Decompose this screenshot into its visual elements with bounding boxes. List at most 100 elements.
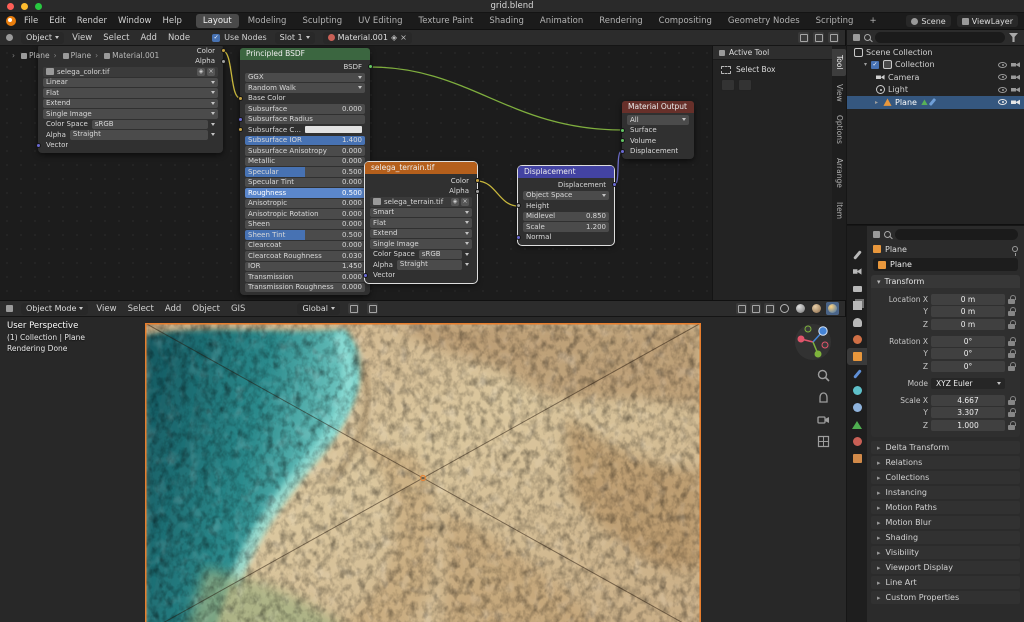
panel-section[interactable]: Collections xyxy=(871,471,1020,484)
input-socket[interactable] xyxy=(620,149,625,154)
viewport-canvas[interactable]: User Perspective(1) Collection | PlaneRe… xyxy=(0,317,846,622)
modifiers-tab-icon[interactable] xyxy=(847,365,867,382)
panel-section[interactable]: Viewport Display xyxy=(871,561,1020,574)
value-field[interactable]: 1.000 xyxy=(931,420,1005,431)
node-row[interactable]: Subsurface Anisotropy 0.000 xyxy=(245,146,365,156)
node-row[interactable]: Height xyxy=(523,201,609,211)
input-socket[interactable] xyxy=(620,138,625,143)
render-tab-icon[interactable] xyxy=(847,263,867,280)
node-row[interactable]: IOR 1.450 xyxy=(245,262,365,272)
shading-rendered-icon[interactable] xyxy=(826,302,839,315)
panel-section[interactable]: Motion Paths xyxy=(871,501,1020,514)
lock-icon[interactable] xyxy=(1008,396,1015,405)
object-data-tab-icon[interactable] xyxy=(847,416,867,433)
value-field[interactable]: 0 m xyxy=(931,306,1005,317)
node-row[interactable]: Vector xyxy=(370,271,472,281)
node-row[interactable]: Alpha xyxy=(370,187,472,197)
output-socket[interactable] xyxy=(368,64,373,69)
menu-item[interactable]: View xyxy=(72,33,92,43)
overlays-icon[interactable] xyxy=(750,303,761,314)
input-socket[interactable] xyxy=(36,143,41,148)
node-row[interactable]: Flat xyxy=(43,88,218,98)
node-canvas[interactable]: PlanePlaneMaterial.001 Color Alpha xyxy=(0,46,846,300)
value-field[interactable]: 3.307 xyxy=(931,407,1005,418)
view-layer-tab-icon[interactable] xyxy=(847,297,867,314)
outliner-row-scene-collection[interactable]: Scene Collection xyxy=(847,46,1024,59)
panel-section[interactable]: Shading xyxy=(871,531,1020,544)
hide-in-viewport-icon[interactable] xyxy=(998,74,1007,80)
world-tab-icon[interactable] xyxy=(847,331,867,348)
fake-user-icon[interactable] xyxy=(451,198,459,206)
lock-icon[interactable] xyxy=(1008,362,1015,371)
shading-material-icon[interactable] xyxy=(810,302,823,315)
scene-selector[interactable]: Scene xyxy=(906,15,950,27)
value-field[interactable]: XYZ Euler xyxy=(931,378,1005,389)
menu-item[interactable]: View xyxy=(96,304,116,314)
node-row[interactable]: Anisotropic Rotation 0.000 xyxy=(245,209,365,219)
workspace-tab[interactable]: Scripting xyxy=(809,14,861,28)
panel-section[interactable]: Motion Blur xyxy=(871,516,1020,529)
hide-in-viewport-icon[interactable] xyxy=(998,99,1007,105)
disable-in-render-icon[interactable] xyxy=(1011,99,1020,106)
menu-item[interactable]: GIS xyxy=(231,304,246,314)
material-output-node[interactable]: Material Output All Surface Volume xyxy=(622,101,694,159)
workspace-tab[interactable]: Shading xyxy=(482,14,531,28)
fake-user-icon[interactable] xyxy=(197,68,205,76)
object-tab-icon[interactable] xyxy=(847,348,867,365)
menu-item[interactable]: Select xyxy=(103,33,129,43)
sidebar-tab[interactable]: Options xyxy=(832,109,846,150)
input-socket[interactable] xyxy=(238,127,243,132)
node-row[interactable]: Color Space sRGB xyxy=(370,250,472,260)
disable-in-render-icon[interactable] xyxy=(1011,74,1020,81)
node-row[interactable]: Normal xyxy=(523,233,609,243)
node-row[interactable]: Midlevel 0.850 xyxy=(523,212,609,222)
lock-icon[interactable] xyxy=(1008,295,1015,304)
menu-item[interactable]: Edit xyxy=(49,16,65,26)
outliner-row-camera[interactable]: Camera xyxy=(847,71,1024,84)
scene-tab-icon[interactable] xyxy=(847,314,867,331)
node-row[interactable]: Metallic 0.000 xyxy=(245,157,365,167)
node-row[interactable]: Roughness 0.500 xyxy=(245,188,365,198)
output-socket[interactable] xyxy=(612,182,617,187)
node-row[interactable]: selega_color.tif xyxy=(43,67,218,77)
pin-icon[interactable] xyxy=(1012,246,1018,252)
workspace-tab[interactable]: Animation xyxy=(533,14,590,28)
node-row[interactable]: Extend xyxy=(43,99,218,109)
node-row[interactable]: Object Space xyxy=(523,191,609,201)
node-row[interactable]: GGX xyxy=(245,73,365,83)
physics-tab-icon[interactable] xyxy=(847,382,867,399)
shader-type-dropdown[interactable]: Object xyxy=(21,32,64,44)
panel-section[interactable]: Visibility xyxy=(871,546,1020,559)
toggle-grid-icon[interactable] xyxy=(817,435,830,448)
node-row[interactable]: Sheen 0.000 xyxy=(245,220,365,230)
menu-item[interactable]: Add xyxy=(165,304,181,314)
menu-item[interactable]: Render xyxy=(77,16,107,26)
show-gizmo-icon[interactable] xyxy=(736,303,747,314)
panel-section[interactable]: Line Art xyxy=(871,576,1020,589)
value-field[interactable]: 0 m xyxy=(931,319,1005,330)
node-row[interactable]: Smart xyxy=(370,208,472,218)
node-row[interactable]: Flat xyxy=(370,218,472,228)
node-row[interactable]: Transmission 0.000 xyxy=(245,272,365,282)
node-row[interactable]: Vector xyxy=(43,141,218,151)
hide-in-viewport-icon[interactable] xyxy=(998,87,1007,93)
workspace-tab[interactable]: Layout xyxy=(196,14,239,28)
view-layer-selector[interactable]: ViewLayer xyxy=(957,15,1018,27)
transform-panel-header[interactable]: Transform xyxy=(871,275,1020,288)
node-header[interactable]: Material Output xyxy=(622,101,694,113)
menu-item[interactable]: Add xyxy=(140,33,156,43)
lock-icon[interactable] xyxy=(1008,307,1015,316)
sidebar-tab[interactable]: View xyxy=(832,78,846,108)
node-header[interactable]: Displacement xyxy=(518,166,614,178)
node-row[interactable]: Alpha Straight xyxy=(43,130,218,140)
value-field[interactable]: 0° xyxy=(931,361,1005,372)
node-row[interactable]: Surface xyxy=(627,126,689,136)
workspace-tab[interactable]: Sculpting xyxy=(295,14,349,28)
node-row[interactable]: Clearcoat 0.000 xyxy=(245,241,365,251)
color-swatch[interactable] xyxy=(305,126,362,133)
node-row[interactable]: Subsurface IOR 1.400 xyxy=(245,136,365,146)
output-socket[interactable] xyxy=(475,189,480,194)
lock-icon[interactable] xyxy=(1008,408,1015,417)
node-header[interactable]: selega_terrain.tif xyxy=(365,162,477,174)
node-row[interactable]: Alpha Straight xyxy=(370,260,472,270)
